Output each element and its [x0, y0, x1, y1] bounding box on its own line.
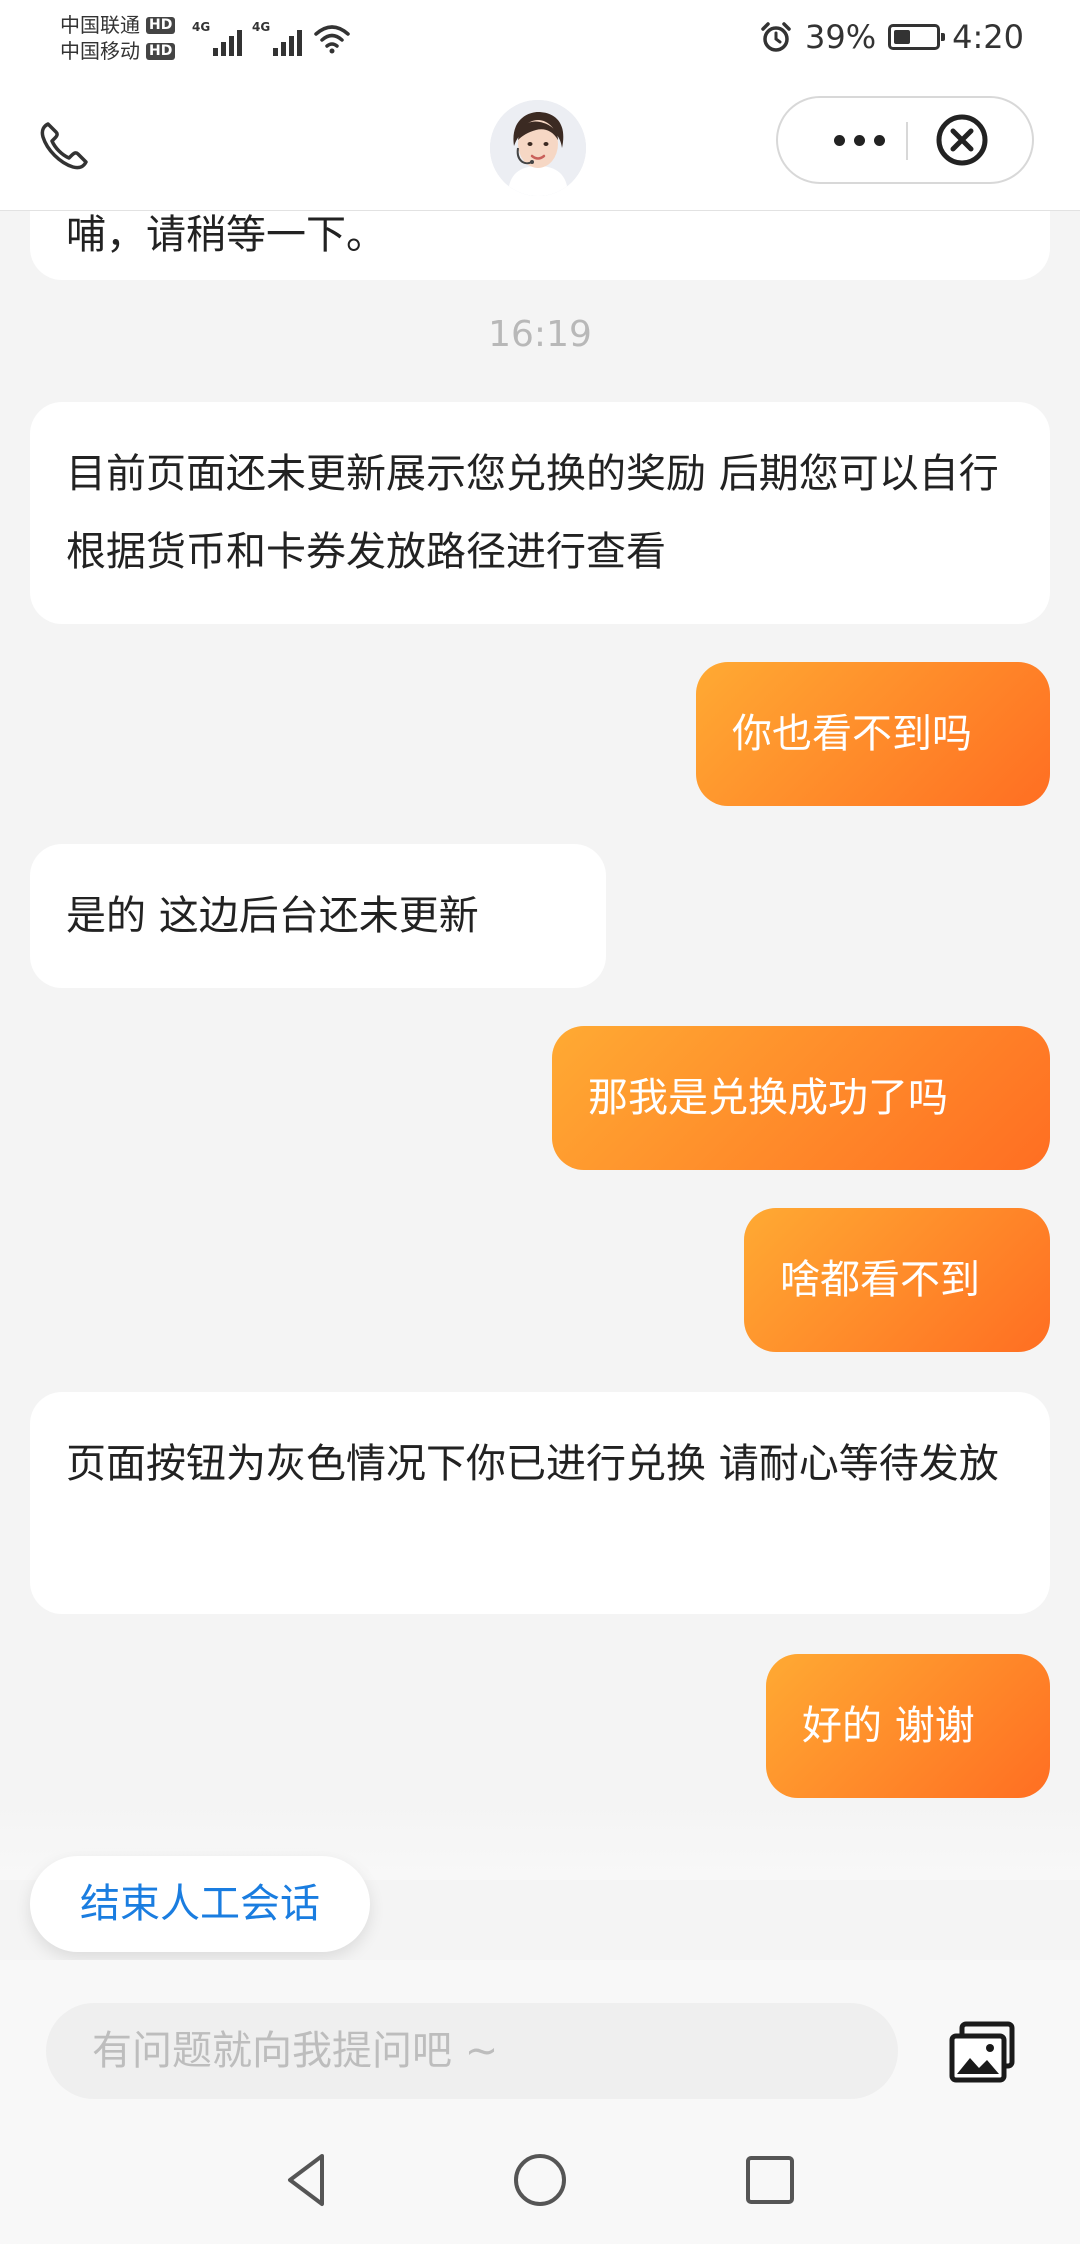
more-dots-icon[interactable] [814, 98, 904, 182]
message-text: 那我是兑换成功了吗 [588, 1075, 948, 1121]
home-icon[interactable] [508, 2148, 572, 2212]
message-input[interactable] [46, 2003, 898, 2099]
network-type-label: 4G [252, 20, 271, 34]
battery-percent: 39% [805, 18, 877, 56]
message-text: 是的 这边后台还未更新 [66, 893, 479, 939]
signal-strength-icon: 4G [192, 20, 242, 56]
status-bar: 中国联通 HD 中国移动 HD 4G 4G 39% 4:20 [0, 0, 1080, 78]
chat-bubble-user: 啥都看不到 [744, 1208, 1050, 1352]
battery-icon [888, 24, 946, 50]
carrier-name: 中国移动 [60, 39, 140, 63]
message-text: 页面按钮为灰色情况下你已进行兑换 请耐心等待发放 [66, 1441, 999, 1487]
carrier-row: 中国移动 HD [60, 38, 176, 64]
mini-program-capsule [776, 96, 1034, 184]
chat-message-list[interactable]: 哺，请稍等一下。 16:19 目前页面还未更新展示您兑换的奖励 后期您可以自行根… [0, 210, 1080, 1830]
carrier-row: 中国联通 HD [60, 12, 176, 38]
signal-strength-icon: 4G [252, 20, 302, 56]
alarm-icon [761, 22, 791, 52]
agent-avatar [490, 100, 586, 196]
carrier-info: 中国联通 HD 中国移动 HD [60, 12, 176, 64]
chat-bubble-agent: 哺，请稍等一下。 [30, 210, 1050, 280]
chat-bubble-agent: 是的 这边后台还未更新 [30, 844, 606, 988]
close-circle-icon[interactable] [934, 112, 990, 168]
network-type-label: 4G [192, 20, 211, 34]
recents-icon[interactable] [738, 2148, 802, 2212]
carrier-name: 中国联通 [60, 13, 140, 37]
chat-bubble-agent: 页面按钮为灰色情况下你已进行兑换 请耐心等待发放 [30, 1392, 1050, 1614]
back-icon[interactable] [276, 2148, 340, 2212]
chat-bubble-agent: 目前页面还未更新展示您兑换的奖励 后期您可以自行根据货币和卡券发放路径进行查看 [30, 402, 1050, 624]
message-text: 好的 谢谢 [802, 1703, 975, 1749]
clock: 4:20 [952, 18, 1024, 56]
wifi-icon [314, 25, 350, 54]
chat-bubble-user: 好的 谢谢 [766, 1654, 1050, 1798]
hd-badge: HD [146, 16, 176, 34]
message-text: 哺，请稍等一下。 [66, 212, 386, 258]
chat-bubble-user: 你也看不到吗 [696, 662, 1050, 806]
system-navigation-bar [0, 2120, 1080, 2244]
chat-header [0, 78, 1080, 211]
phone-icon[interactable] [36, 118, 92, 174]
message-input-bar [0, 1960, 1080, 2120]
message-text: 目前页面还未更新展示您兑换的奖励 后期您可以自行根据货币和卡券发放路径进行查看 [66, 451, 999, 575]
chat-bubble-user: 那我是兑换成功了吗 [552, 1026, 1050, 1170]
end-human-session-button[interactable]: 结束人工会话 [30, 1856, 370, 1952]
battery-fill [894, 30, 910, 44]
message-text: 啥都看不到 [780, 1257, 980, 1303]
capsule-divider [906, 122, 908, 160]
message-text: 你也看不到吗 [732, 711, 972, 757]
signal-indicators: 4G 4G [192, 20, 352, 56]
image-gallery-icon[interactable] [948, 2020, 1018, 2084]
message-timestamp: 16:19 [488, 314, 592, 355]
status-right: 39% 4:20 [759, 18, 1024, 56]
hd-badge: HD [146, 42, 176, 60]
